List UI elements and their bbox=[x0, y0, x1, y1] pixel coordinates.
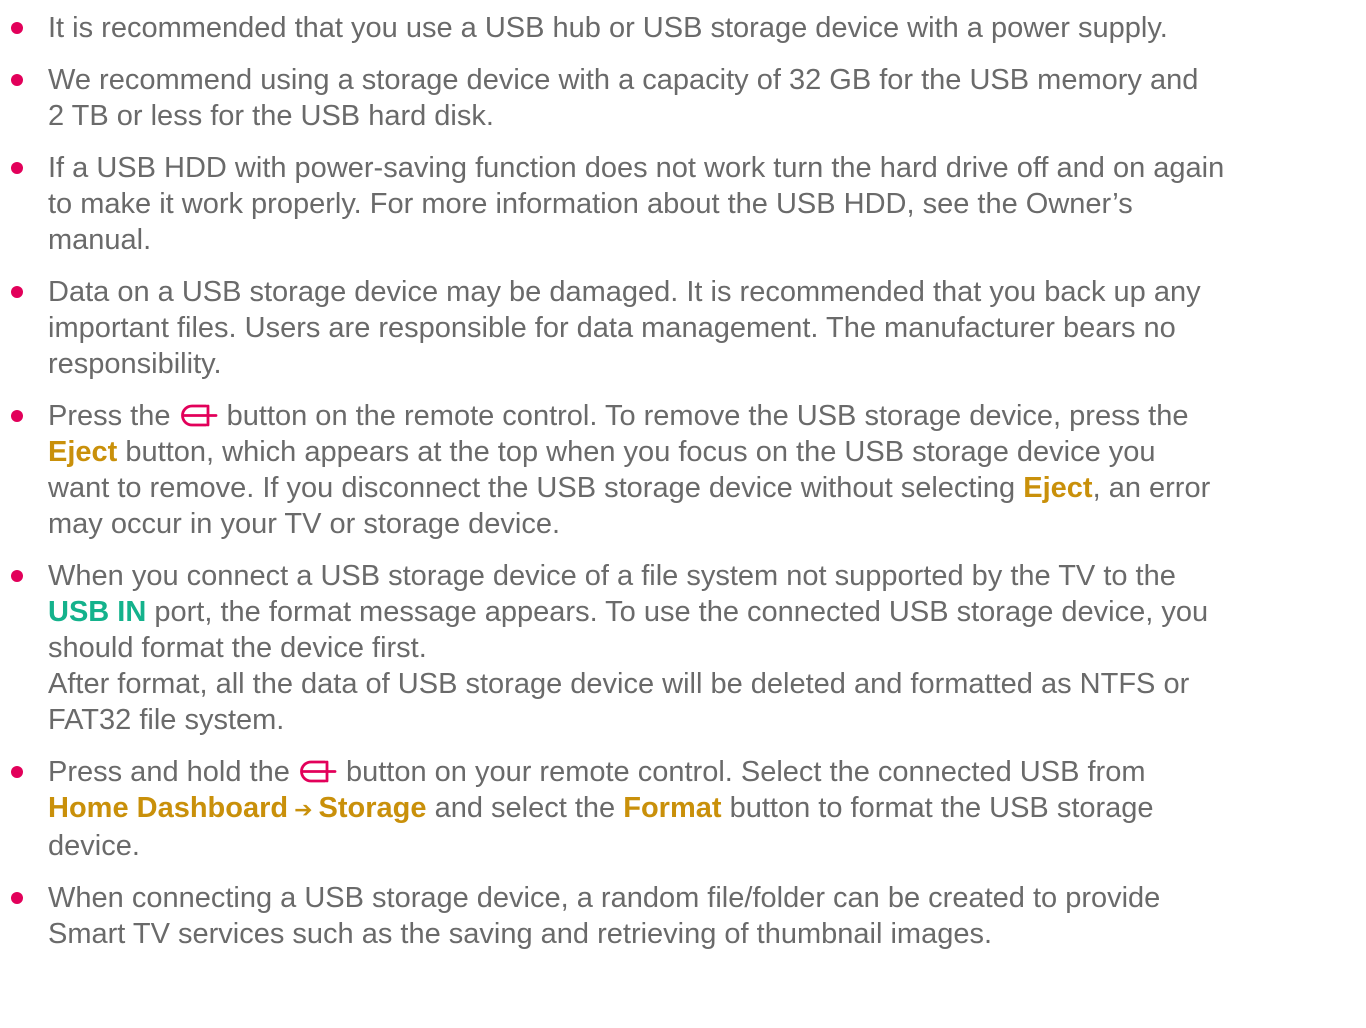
list-item: We recommend using a storage device with… bbox=[0, 62, 1366, 134]
item-text: button on your remote control. Select th… bbox=[345, 756, 1146, 788]
list-item: Press and hold the button on your remote… bbox=[0, 754, 1366, 864]
home-remote-icon bbox=[298, 757, 338, 787]
item-text: want to remove. If you disconnect the US… bbox=[48, 472, 1016, 504]
item-text: When you connect a USB storage device of… bbox=[48, 560, 1176, 592]
item-text: If a USB HDD with power-saving function … bbox=[48, 152, 1225, 184]
item-text: 2 TB or less for the USB hard disk. bbox=[48, 100, 494, 132]
item-text-line: Press the button on the remote control. … bbox=[48, 398, 1356, 434]
item-text: manual. bbox=[48, 224, 152, 256]
bullet-dot bbox=[11, 74, 23, 86]
list-item: When you connect a USB storage device of… bbox=[0, 558, 1366, 738]
bullet-dot bbox=[11, 162, 23, 174]
item-text: important files. Users are responsible f… bbox=[48, 312, 1176, 344]
eject-keyword: Eject bbox=[48, 436, 118, 468]
item-text: When connecting a USB storage device, a … bbox=[48, 882, 1161, 914]
item-text-line: Press and hold the button on your remote… bbox=[48, 754, 1356, 790]
item-text: FAT32 file system. bbox=[48, 704, 285, 736]
usb-in-port-keyword: USB IN bbox=[48, 596, 147, 628]
list-item: It is recommended that you use a USB hub… bbox=[0, 10, 1366, 46]
bullet-dot bbox=[11, 570, 23, 582]
bullet-dot bbox=[11, 286, 23, 298]
list-item: If a USB HDD with power-saving function … bbox=[0, 150, 1366, 258]
bullet-dot bbox=[11, 410, 23, 422]
bullet-dot bbox=[11, 22, 23, 34]
bullet-dot bbox=[11, 892, 23, 904]
item-text: , an error bbox=[1092, 472, 1211, 504]
usb-notes-document: It is recommended that you use a USB hub… bbox=[0, 0, 1366, 952]
item-text: Smart TV services such as the saving and… bbox=[48, 918, 993, 950]
bullet-dot bbox=[11, 766, 23, 778]
arrow-right-icon: ➔ bbox=[294, 797, 313, 822]
list-item: When connecting a USB storage device, a … bbox=[0, 880, 1366, 952]
item-text: button on the remote control. To remove … bbox=[226, 400, 1189, 432]
item-text: responsibility. bbox=[48, 348, 222, 380]
item-text: Press and hold the bbox=[48, 756, 290, 788]
item-text-line: Eject button, which appears at the top w… bbox=[48, 434, 1356, 470]
item-text: should format the device first. bbox=[48, 632, 427, 664]
item-text: may occur in your TV or storage device. bbox=[48, 508, 561, 540]
item-text: port, the format message appears. To use… bbox=[154, 596, 1209, 628]
home-remote-icon bbox=[179, 401, 219, 431]
item-text-line: USB IN port, the format message appears.… bbox=[48, 594, 1356, 630]
item-text-line: Home Dashboard ➔ Storage and select the Fo… bbox=[48, 790, 1356, 828]
item-text: button to format the USB storage bbox=[729, 792, 1154, 824]
format-keyword: Format bbox=[623, 792, 722, 824]
item-text: It is recommended that you use a USB hub… bbox=[48, 12, 1168, 44]
item-text: and select the bbox=[434, 792, 616, 824]
item-text: Data on a USB storage device may be dama… bbox=[48, 276, 1201, 308]
item-text: After format, all the data of USB storag… bbox=[48, 668, 1190, 700]
home-dashboard-keyword: Home Dashboard bbox=[48, 792, 289, 824]
item-text: We recommend using a storage device with… bbox=[48, 64, 1199, 96]
eject-keyword: Eject bbox=[1023, 472, 1093, 504]
item-text-line: want to remove. If you disconnect the US… bbox=[48, 470, 1356, 506]
list-item: Data on a USB storage device may be dama… bbox=[0, 274, 1366, 382]
item-text: Press the bbox=[48, 400, 171, 432]
list-item: Press the button on the remote control. … bbox=[0, 398, 1366, 542]
item-text: device. bbox=[48, 830, 140, 862]
storage-keyword: Storage bbox=[318, 792, 427, 824]
item-text: button, which appears at the top when yo… bbox=[125, 436, 1156, 468]
item-text: to make it work properly. For more infor… bbox=[48, 188, 1133, 220]
